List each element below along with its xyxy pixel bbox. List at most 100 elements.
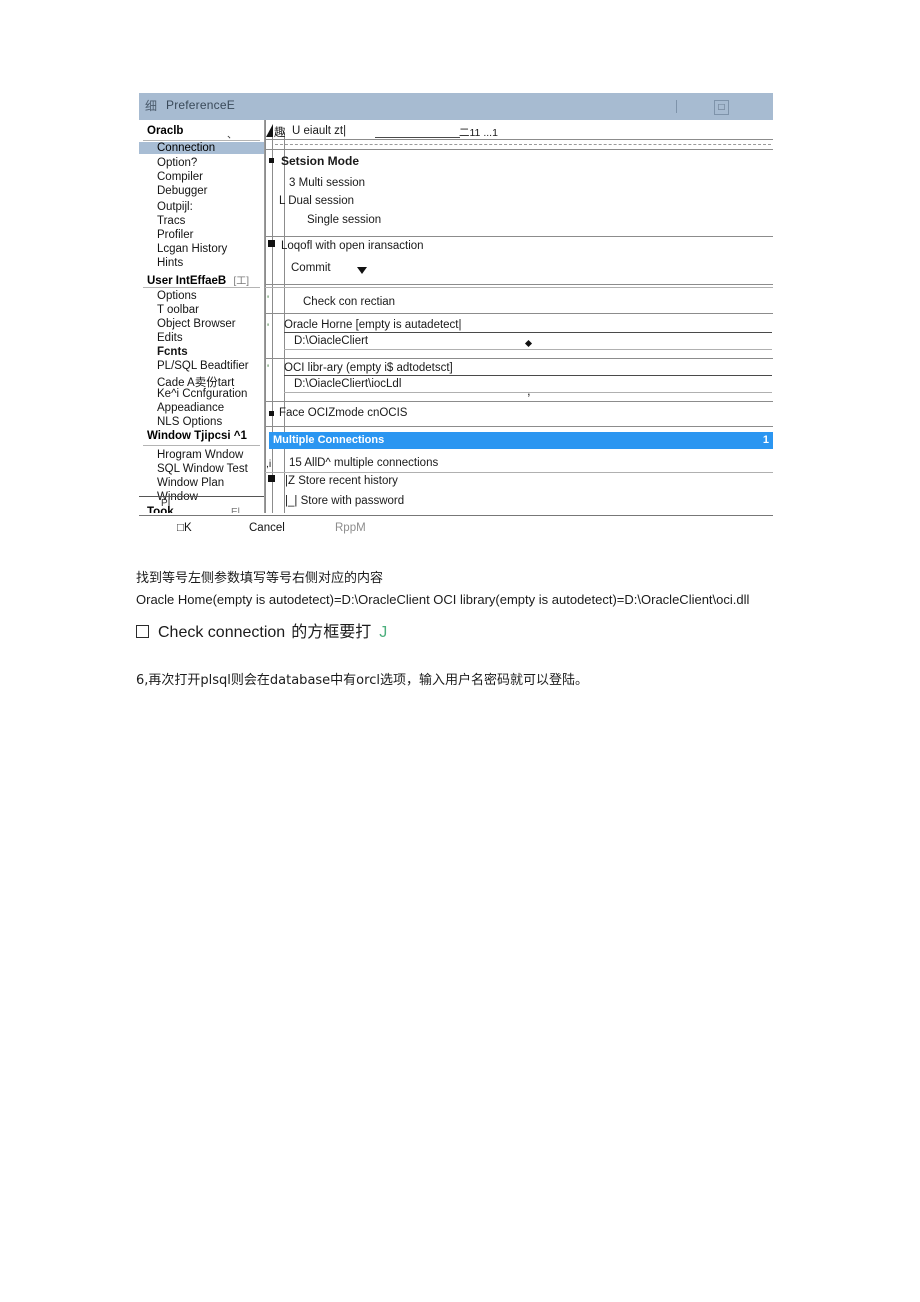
tree-item-connection[interactable]: Connection (139, 142, 264, 154)
store-with-password-label: Store with password (300, 495, 405, 507)
tree-item-partial[interactable]: PI (161, 498, 170, 509)
dropdown-marker-icon-2[interactable]: , (527, 384, 531, 397)
session-mode-title: Setsion Mode (281, 154, 360, 168)
multiple-connections-band: Multiple Connections 1 (269, 432, 773, 449)
tree-item-nls-options[interactable]: NLS Options (157, 416, 222, 428)
tree-group-label: Oraclb (147, 125, 184, 137)
radio-multi-session[interactable]: 3 Multi session (289, 177, 365, 189)
dialog-body: Oraclb 、 Connection Option? Compiler Deb… (139, 120, 773, 515)
header-icon: 趣 (274, 125, 286, 139)
tree-item-debugger[interactable]: Debugger (157, 185, 208, 197)
header-field-underline (375, 137, 460, 138)
tree-group-tail: [工] (233, 276, 250, 287)
connection-settings-pane: 趣 U eiault zt| 二11 ...1 Setsion Mode 3 M… (265, 120, 773, 513)
tree-item-window-plan[interactable]: Window Plan (157, 477, 224, 489)
tree-item-hints[interactable]: Hints (157, 257, 183, 269)
doc-line-check-connection: Check connection 的方框要打 J (136, 618, 387, 642)
tree-item-appearance[interactable]: Appeadiance (157, 402, 224, 414)
tree-item-fonts[interactable]: Fcnts (157, 346, 188, 358)
oracle-home-label-underline (284, 332, 772, 333)
pane-rail-left (265, 120, 266, 513)
radio-dual-session[interactable]: L Dual session (279, 195, 354, 207)
store-with-password-row[interactable]: |_| Store with password (285, 495, 404, 507)
tree-bottom-divider (139, 496, 264, 497)
radio-label: Single session (307, 214, 382, 226)
checkbox-marker-store-password: |_| (285, 495, 298, 507)
dialog-title: PreferenceE (166, 98, 235, 112)
radio-label: Multi session (298, 177, 366, 189)
tree-item-logon-history[interactable]: Lcgan History (157, 243, 227, 255)
radio-label: Dual session (288, 195, 355, 207)
preferences-dialog: 细 PreferenceE □ Oraclb 、 Connection Opti… (139, 93, 773, 542)
title-bar-separator (676, 100, 677, 113)
tree-item-plsql-beautifier[interactable]: PL/SQL Beadtifier (157, 360, 249, 372)
preferences-tree[interactable]: Oraclb 、 Connection Option? Compiler Deb… (139, 120, 265, 513)
doc-check-connection-text: Check connection (158, 624, 286, 641)
chevron-icon: 、 (227, 130, 237, 141)
radio-marker: L (279, 195, 285, 207)
allow-multiple-connections-label[interactable]: 15 AllD^ multiple connections (289, 457, 438, 469)
check-connection-label[interactable]: Check con rectian (303, 296, 395, 308)
force-oci-label: Face OCIZmode cnOCIS (279, 407, 408, 419)
section-rule-5 (265, 401, 773, 402)
tree-item-profiler[interactable]: Profiler (157, 229, 193, 241)
header-dashed-rule (275, 144, 771, 145)
tree-group-oracle[interactable]: Oraclb 、 (147, 125, 237, 141)
tree-item-options-oracle[interactable]: Option? (157, 157, 197, 169)
tree-item-sql-window-test[interactable]: SQL Window Test (157, 463, 248, 475)
header-value[interactable]: U eiault zt| (292, 125, 346, 137)
radio-marker: 3 (289, 177, 296, 189)
tree-item-object-browser[interactable]: Object Browser (157, 318, 236, 330)
cancel-button[interactable]: Cancel (249, 522, 285, 534)
tree-item-options-ui[interactable]: Options (157, 290, 197, 302)
tree-item-toolbar[interactable]: T oolbar (157, 304, 199, 316)
dialog-title-bar: 细 PreferenceE □ (139, 93, 773, 121)
oracle-home-label: Oracle Horne [empty is autadetect| (284, 319, 462, 331)
store-recent-history-label: Store recent history (298, 475, 398, 487)
header-rule (265, 139, 773, 140)
doc-line-step6: 6,再次打开plsql则会在database中有orcl选项，输入用户名密码就可… (136, 673, 588, 688)
section-marker-logoff (268, 240, 275, 247)
radio-single-session[interactable]: Single session (307, 214, 381, 226)
store-recent-history-row[interactable]: |Z Store recent history (285, 475, 398, 487)
section-rule-2b (265, 287, 773, 288)
section-rule-1 (265, 236, 773, 237)
section-marker-store (268, 475, 275, 482)
tree-item-output[interactable]: Outpijl: (157, 201, 193, 213)
chevron-down-icon[interactable] (357, 267, 367, 274)
tree-item-program-window[interactable]: Hrogram Wndow (157, 449, 243, 461)
tree-item-key-configuration[interactable]: Ke^i Ccnfguration (157, 388, 247, 400)
oci-library-value[interactable]: D:\OiacleCliert\iocLdl (294, 378, 401, 390)
doc-line-instruction: 找到等号左侧参数填写等号右侧对应的内容 (136, 571, 384, 586)
checkbox-force-oci[interactable] (269, 411, 274, 416)
tree-group-label: Window Tjipcsi ^1 (147, 430, 247, 442)
oracle-home-value[interactable]: D:\OiacleCliert (294, 335, 368, 347)
row-marker-oracle-home: ' (267, 322, 270, 334)
tree-item-trace[interactable]: Tracs (157, 215, 185, 227)
doc-check-connection-cn: 的方框要打 (291, 622, 372, 641)
checkbox-marker-store-history: |Z (285, 475, 296, 487)
section-rule-3 (265, 313, 773, 314)
footer-divider (139, 515, 773, 516)
section-rule-7 (265, 472, 773, 473)
tree-divider (143, 445, 260, 446)
tree-divider (143, 140, 260, 141)
logoff-dropdown-value[interactable]: Commit (291, 262, 331, 274)
tree-group-window-types[interactable]: Window Tjipcsi ^1 (147, 430, 247, 442)
logoff-label: Loqofl with open iransaction (281, 240, 424, 252)
row-marker-allow-multi: ,i (266, 458, 272, 470)
section-rule-4 (265, 358, 773, 359)
row-marker-check-connection: ' (267, 294, 270, 306)
maximize-button[interactable]: □ (714, 100, 729, 115)
doc-check-mark: J (379, 624, 388, 641)
cursor-arrow-icon (266, 124, 273, 137)
checkbox-icon (136, 625, 149, 638)
oci-library-label: OCI libr-ary (empty i$ adtodetsct] (284, 362, 453, 374)
ok-button[interactable]: □K (177, 522, 192, 534)
tree-item-compiler[interactable]: Compiler (157, 171, 203, 183)
tree-item-editor[interactable]: Edits (157, 332, 183, 344)
tree-group-user-interface[interactable]: User IntEffaeB [工] (147, 272, 249, 287)
apply-button[interactable]: RppM (335, 522, 366, 534)
dropdown-marker-icon[interactable] (524, 339, 533, 348)
tree-divider (143, 287, 260, 288)
